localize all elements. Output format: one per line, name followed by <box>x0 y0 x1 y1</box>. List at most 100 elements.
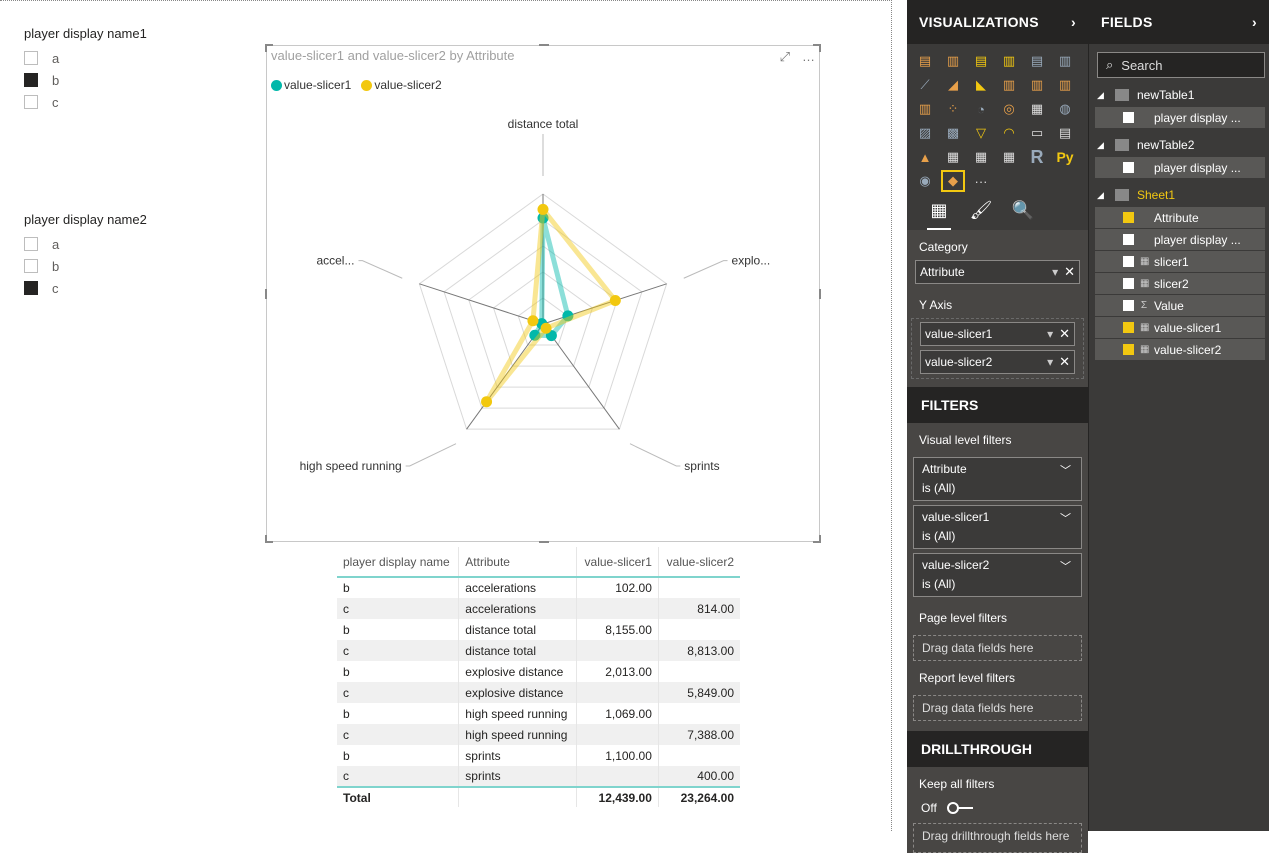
column-header[interactable]: value-slicer2 <box>657 547 740 578</box>
expand-caret-icon[interactable]: ◢ <box>1097 190 1107 201</box>
field-item[interactable]: player display ... <box>1095 157 1265 178</box>
table-node-newtable2[interactable]: ◢ newTable2 <box>1089 134 1269 156</box>
slicer-checkbox[interactable] <box>24 73 38 87</box>
field-item[interactable]: Attribute <box>1095 207 1265 228</box>
funnel-icon[interactable]: ▽ <box>969 122 993 144</box>
stacked-bar-icon[interactable]: ▤ <box>913 50 937 72</box>
table-row[interactable]: b accelerations 102.00 <box>337 577 740 598</box>
field-checkbox[interactable] <box>1123 112 1134 123</box>
slicer-item-a[interactable]: a <box>24 233 147 255</box>
line-column-icon[interactable]: ▥ <box>997 74 1021 96</box>
field-checkbox[interactable] <box>1123 300 1134 311</box>
line-chart-icon[interactable]: ⟋ <box>913 74 937 96</box>
more-options-icon[interactable]: … <box>802 49 815 65</box>
table-row[interactable]: c accelerations 814.00 <box>337 598 740 619</box>
yaxis-well-field[interactable]: value-slicer2 ▾ ✕ <box>920 350 1075 374</box>
slicer-item-b[interactable]: b <box>24 255 147 277</box>
close-icon[interactable]: ✕ <box>1059 326 1070 342</box>
table-row[interactable]: b explosive distance 2,013.00 <box>337 661 740 682</box>
visualizations-header[interactable]: VISUALIZATIONS › <box>907 0 1088 44</box>
resize-handle[interactable] <box>819 44 821 52</box>
chevron-down-icon[interactable]: ▾ <box>1047 327 1053 341</box>
radar-chart-visual[interactable]: distance total explo... sprints high speed … <box>265 44 821 543</box>
field-item[interactable]: Σ Value <box>1095 295 1265 316</box>
area-chart-icon[interactable]: ◢ <box>941 74 965 96</box>
table-row[interactable]: b distance total 8,155.00 <box>337 619 740 640</box>
field-checkbox[interactable] <box>1123 234 1134 245</box>
close-icon[interactable]: ✕ <box>1064 264 1075 280</box>
slicer-item-b[interactable]: b <box>24 69 147 91</box>
category-well-field[interactable]: Attribute ▾ ✕ <box>915 260 1080 284</box>
legend-item-value-slicer2[interactable]: value-slicer2 <box>361 78 442 92</box>
slicer-checkbox[interactable] <box>24 95 38 109</box>
card-icon[interactable]: ▭ <box>1025 122 1049 144</box>
line-clustered-icon[interactable]: ▥ <box>1025 74 1049 96</box>
chevron-down-icon[interactable]: ﹀ <box>1060 558 1071 574</box>
drillthrough-drop-zone[interactable]: Drag drillthrough fields here <box>913 823 1082 853</box>
multirow-card-icon[interactable]: ▤ <box>1053 122 1077 144</box>
slicer-checkbox[interactable] <box>24 259 38 273</box>
chevron-down-icon[interactable]: ▾ <box>1047 355 1053 369</box>
waterfall-icon[interactable]: ▥ <box>913 98 937 120</box>
filter-card-attribute[interactable]: Attribute is (All) ﹀ <box>913 457 1082 501</box>
analytics-magnifier-icon[interactable]: 🔍 <box>1011 200 1035 230</box>
donut-chart-icon[interactable]: ◎ <box>997 98 1021 120</box>
filter-card-value-slicer1[interactable]: value-slicer1 is (All) ﹀ <box>913 505 1082 549</box>
pie-chart-icon[interactable]: ◔ <box>969 98 993 120</box>
resize-handle[interactable] <box>539 44 549 46</box>
legend-item-value-slicer1[interactable]: value-slicer1 <box>271 78 351 92</box>
fields-header[interactable]: FIELDS › <box>1089 0 1269 44</box>
filled-map-icon[interactable]: ▨ <box>913 122 937 144</box>
close-icon[interactable]: ✕ <box>1059 354 1070 370</box>
field-item[interactable]: player display ... <box>1095 229 1265 250</box>
kpi-icon[interactable]: ▲ <box>913 146 937 168</box>
chevron-right-icon[interactable]: › <box>1252 14 1257 30</box>
table-row[interactable]: c high speed running 7,388.00 <box>337 724 740 745</box>
table-row[interactable]: c distance total 8,813.00 <box>337 640 740 661</box>
r-visual-icon[interactable]: R <box>1025 146 1049 168</box>
yaxis-well-field[interactable]: value-slicer1 ▾ ✕ <box>920 322 1075 346</box>
scatter-icon[interactable]: ⁘ <box>941 98 965 120</box>
more-visuals-icon[interactable]: ··· <box>969 170 993 192</box>
chevron-down-icon[interactable]: ﹀ <box>1060 462 1071 478</box>
100-column-icon[interactable]: ▥ <box>1053 50 1077 72</box>
slicer-item-c[interactable]: c <box>24 91 147 113</box>
clustered-bar-icon[interactable]: ▤ <box>969 50 993 72</box>
shape-map-icon[interactable]: ▩ <box>941 122 965 144</box>
format-paint-roller-icon[interactable]: 🖌 <box>969 200 993 230</box>
expand-caret-icon[interactable]: ◢ <box>1097 140 1107 151</box>
table-node-newtable1[interactable]: ◢ newTable1 <box>1089 84 1269 106</box>
chevron-right-icon[interactable]: › <box>1071 14 1076 30</box>
field-checkbox[interactable] <box>1123 162 1134 173</box>
expand-caret-icon[interactable]: ◢ <box>1097 90 1107 101</box>
stacked-area-icon[interactable]: ◣ <box>969 74 993 96</box>
gauge-icon[interactable]: ◠ <box>997 122 1021 144</box>
field-item[interactable]: ▦ slicer2 <box>1095 273 1265 294</box>
table-row[interactable]: c explosive distance 5,849.00 <box>337 682 740 703</box>
python-visual-icon[interactable]: Py <box>1053 146 1077 168</box>
field-item[interactable]: player display ... <box>1095 107 1265 128</box>
field-item[interactable]: ▦ value-slicer2 <box>1095 339 1265 360</box>
focus-mode-icon[interactable]: ⤢ <box>780 49 790 65</box>
field-checkbox[interactable] <box>1123 256 1134 267</box>
globe-icon[interactable]: ◉ <box>913 170 937 192</box>
field-checkbox[interactable] <box>1123 344 1134 355</box>
slicer-checkbox[interactable] <box>24 237 38 251</box>
resize-handle[interactable] <box>819 535 821 543</box>
column-header[interactable]: value-slicer1 <box>575 547 659 578</box>
table-row[interactable]: b high speed running 1,069.00 <box>337 703 740 724</box>
table-icon[interactable]: ▦ <box>969 146 993 168</box>
resize-handle[interactable] <box>819 289 821 299</box>
clustered-column-icon[interactable]: ▥ <box>997 50 1021 72</box>
filter-card-value-slicer2[interactable]: value-slicer2 is (All) ﹀ <box>913 553 1082 597</box>
map-icon[interactable]: ◍ <box>1053 98 1077 120</box>
chevron-down-icon[interactable]: ▾ <box>1052 265 1058 279</box>
resize-handle[interactable] <box>265 44 267 52</box>
resize-handle[interactable] <box>265 535 267 543</box>
radar-custom-visual-icon[interactable]: ◆ <box>941 170 965 192</box>
table-node-sheet1[interactable]: ◢ Sheet1 <box>1089 184 1269 206</box>
table-row[interactable]: c sprints 400.00 <box>337 766 740 787</box>
slicer-checkbox[interactable] <box>24 51 38 65</box>
page-filters-drop-zone[interactable]: Drag data fields here <box>913 635 1082 661</box>
keep-all-filters-toggle[interactable]: Off <box>907 797 1088 819</box>
